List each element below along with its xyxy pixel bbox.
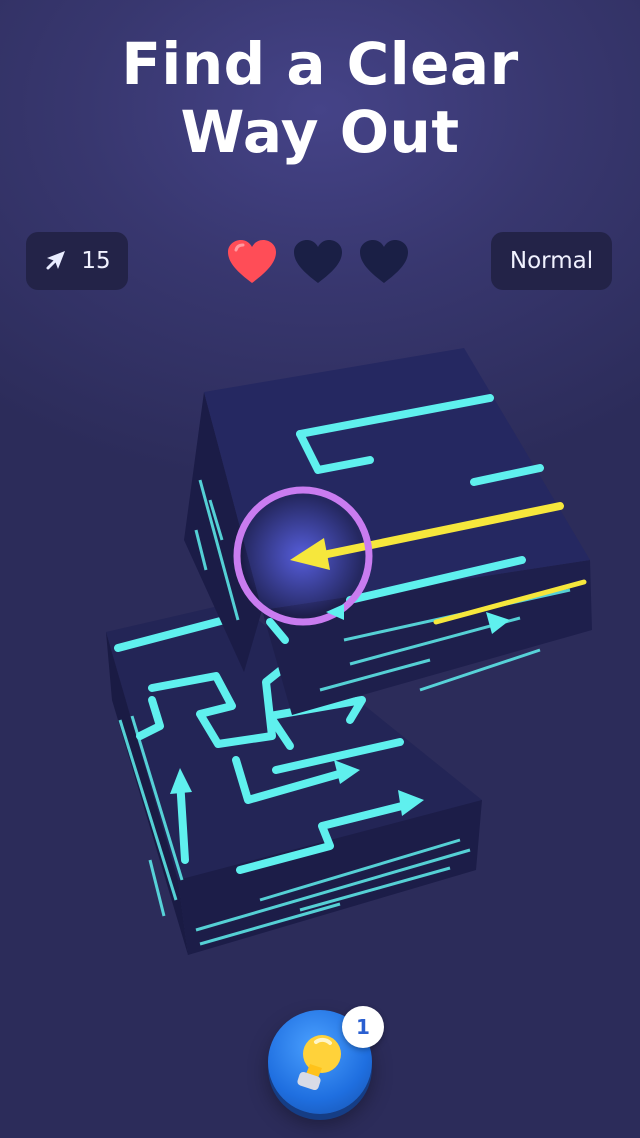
title-line-1: Find a Clear [121, 30, 519, 98]
lives-indicator [226, 236, 410, 288]
arrow-icon [46, 251, 66, 270]
heart-empty-icon [294, 240, 342, 283]
difficulty-badge: Normal [491, 232, 612, 290]
title-line-2: Way Out [180, 98, 460, 166]
hint-count: 1 [356, 1015, 370, 1039]
puzzle-title: Find a Clear Way Out [0, 30, 640, 166]
lightbulb-icon [297, 1035, 341, 1091]
edge-line [148, 859, 166, 917]
heart-empty-icon [360, 240, 408, 283]
hint-count-badge: 1 [342, 1006, 384, 1048]
upper-cube[interactable] [184, 348, 592, 715]
heart-full-icon [228, 240, 276, 283]
moves-counter: 15 [26, 232, 128, 290]
difficulty-label: Normal [509, 248, 594, 274]
moves-count: 15 [81, 248, 111, 274]
puzzle-board[interactable] [0, 300, 640, 1000]
